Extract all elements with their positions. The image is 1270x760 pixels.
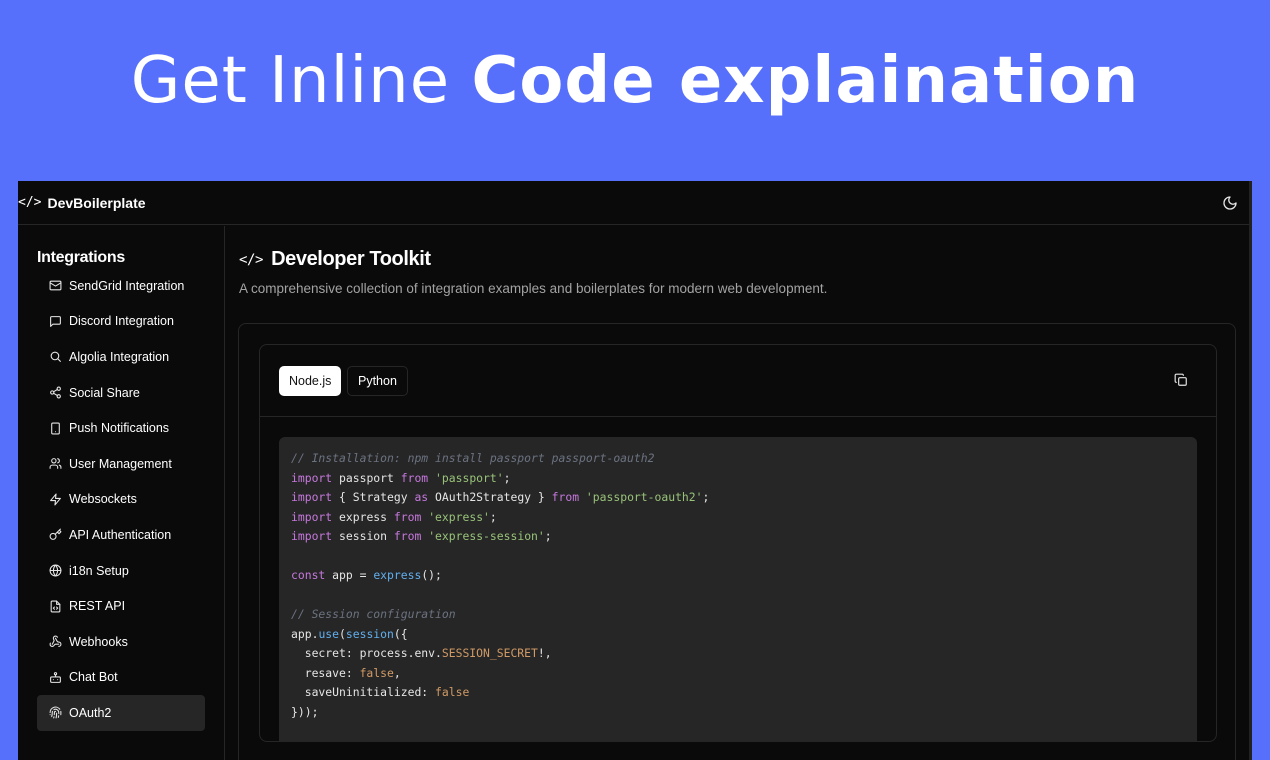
copy-icon[interactable] [1174,373,1188,387]
code-panel: Node.js Python // Installation: npm inst… [259,344,1217,742]
sidebar-item-label: Chat Bot [69,670,118,685]
code-line: import passport from 'passport'; [291,470,511,485]
zap-icon [49,493,62,506]
share-icon [49,386,62,399]
example-card: Node.js Python // Installation: npm inst… [238,323,1236,760]
smartphone-icon [49,422,62,435]
sidebar-item-oauth2[interactable]: OAuth2 [37,695,205,731]
hero-heading-light: Get Inline [130,44,451,118]
sidebar-item-label: OAuth2 [69,705,112,720]
hero-heading-bold: Code explaination [471,44,1140,118]
code-line: import session from 'express-session'; [291,529,552,543]
sidebar-item-push-notifications[interactable]: Push Notifications [37,410,205,446]
sidebar-item-social-share[interactable]: Social Share [37,375,205,411]
sidebar-item-algolia-integration[interactable]: Algolia Integration [37,339,205,375]
code-line: resave: false, [291,665,401,680]
brand-name: DevBoilerplate [47,194,146,211]
sidebar-item-webhooks[interactable]: Webhooks [37,624,205,660]
sidebar-item-label: Social Share [69,385,140,400]
sidebar-title: Integrations [37,249,125,266]
theme-toggle-moon-icon[interactable] [1221,194,1239,212]
key-icon [49,528,62,541]
hero-heading: Get Inline Code explaination [0,44,1270,118]
file-code-icon [49,600,62,613]
globe-icon [49,564,62,577]
language-tabs: Node.js Python [260,345,1216,417]
top-navbar: </> DevBoilerplate [18,181,1249,225]
app-window: </> DevBoilerplate Integrations SendGrid… [18,181,1252,760]
code-line: })); [291,704,319,719]
sidebar: Integrations SendGrid Integration Discord… [18,226,225,760]
sidebar-item-label: User Management [69,456,172,471]
page-description: A comprehensive collection of integratio… [239,281,828,296]
sidebar-item-i18n-setup[interactable]: i18n Setup [37,553,205,589]
sidebar-item-label: API Authentication [69,527,172,542]
mail-icon [49,279,62,292]
sidebar-item-label: Websockets [69,492,137,507]
sidebar-item-label: REST API [69,599,126,614]
code-line: saveUninitialized: false [291,685,470,699]
code-line: app.use(session({ [291,626,408,641]
page-title-text: Developer Toolkit [271,248,431,270]
sidebar-item-websockets[interactable]: Websockets [37,482,205,518]
users-icon [49,457,62,470]
code-line: secret: process.env.SESSION_SECRET!, [291,646,552,660]
code-line: import express from 'express'; [291,509,497,524]
sidebar-item-api-authentication[interactable]: API Authentication [37,517,205,553]
webhook-icon [49,635,62,648]
code-line: const app = express(); [291,568,442,582]
sidebar-item-label: Webhooks [69,634,128,649]
page-title: </> Developer Toolkit [239,248,431,271]
sidebar-list: SendGrid Integration Discord Integration A… [37,268,224,731]
code-line: // Session configuration [291,607,456,621]
sidebar-item-rest-api[interactable]: REST API [37,588,205,624]
brand-logo[interactable]: </> DevBoilerplate [18,195,146,211]
code-icon: </> [18,195,42,210]
sidebar-item-label: i18n Setup [69,563,129,578]
search-icon [49,350,62,363]
code-block[interactable]: // Installation: npm install passport pa… [279,437,1197,741]
main-content: </> Developer Toolkit A comprehensive co… [225,226,1249,760]
bot-icon [49,671,62,684]
sidebar-item-label: SendGrid Integration [69,278,185,293]
sidebar-item-chat-bot[interactable]: Chat Bot [37,660,205,696]
sidebar-item-label: Discord Integration [69,314,174,329]
code-icon: </> [239,251,264,268]
sidebar-item-label: Push Notifications [69,421,170,436]
tab-python[interactable]: Python [347,366,408,396]
code-line: // Installation: npm install passport pa… [291,451,655,465]
message-square-icon [49,315,62,328]
sidebar-item-label: Algolia Integration [69,349,170,364]
sidebar-item-sendgrid-integration[interactable]: SendGrid Integration [37,268,205,304]
tab-nodejs[interactable]: Node.js [279,366,342,396]
fingerprint-icon [49,706,62,719]
code-line: import { Strategy as OAuth2Strategy } fr… [291,490,710,504]
sidebar-item-user-management[interactable]: User Management [37,446,205,482]
sidebar-item-discord-integration[interactable]: Discord Integration [37,304,205,340]
